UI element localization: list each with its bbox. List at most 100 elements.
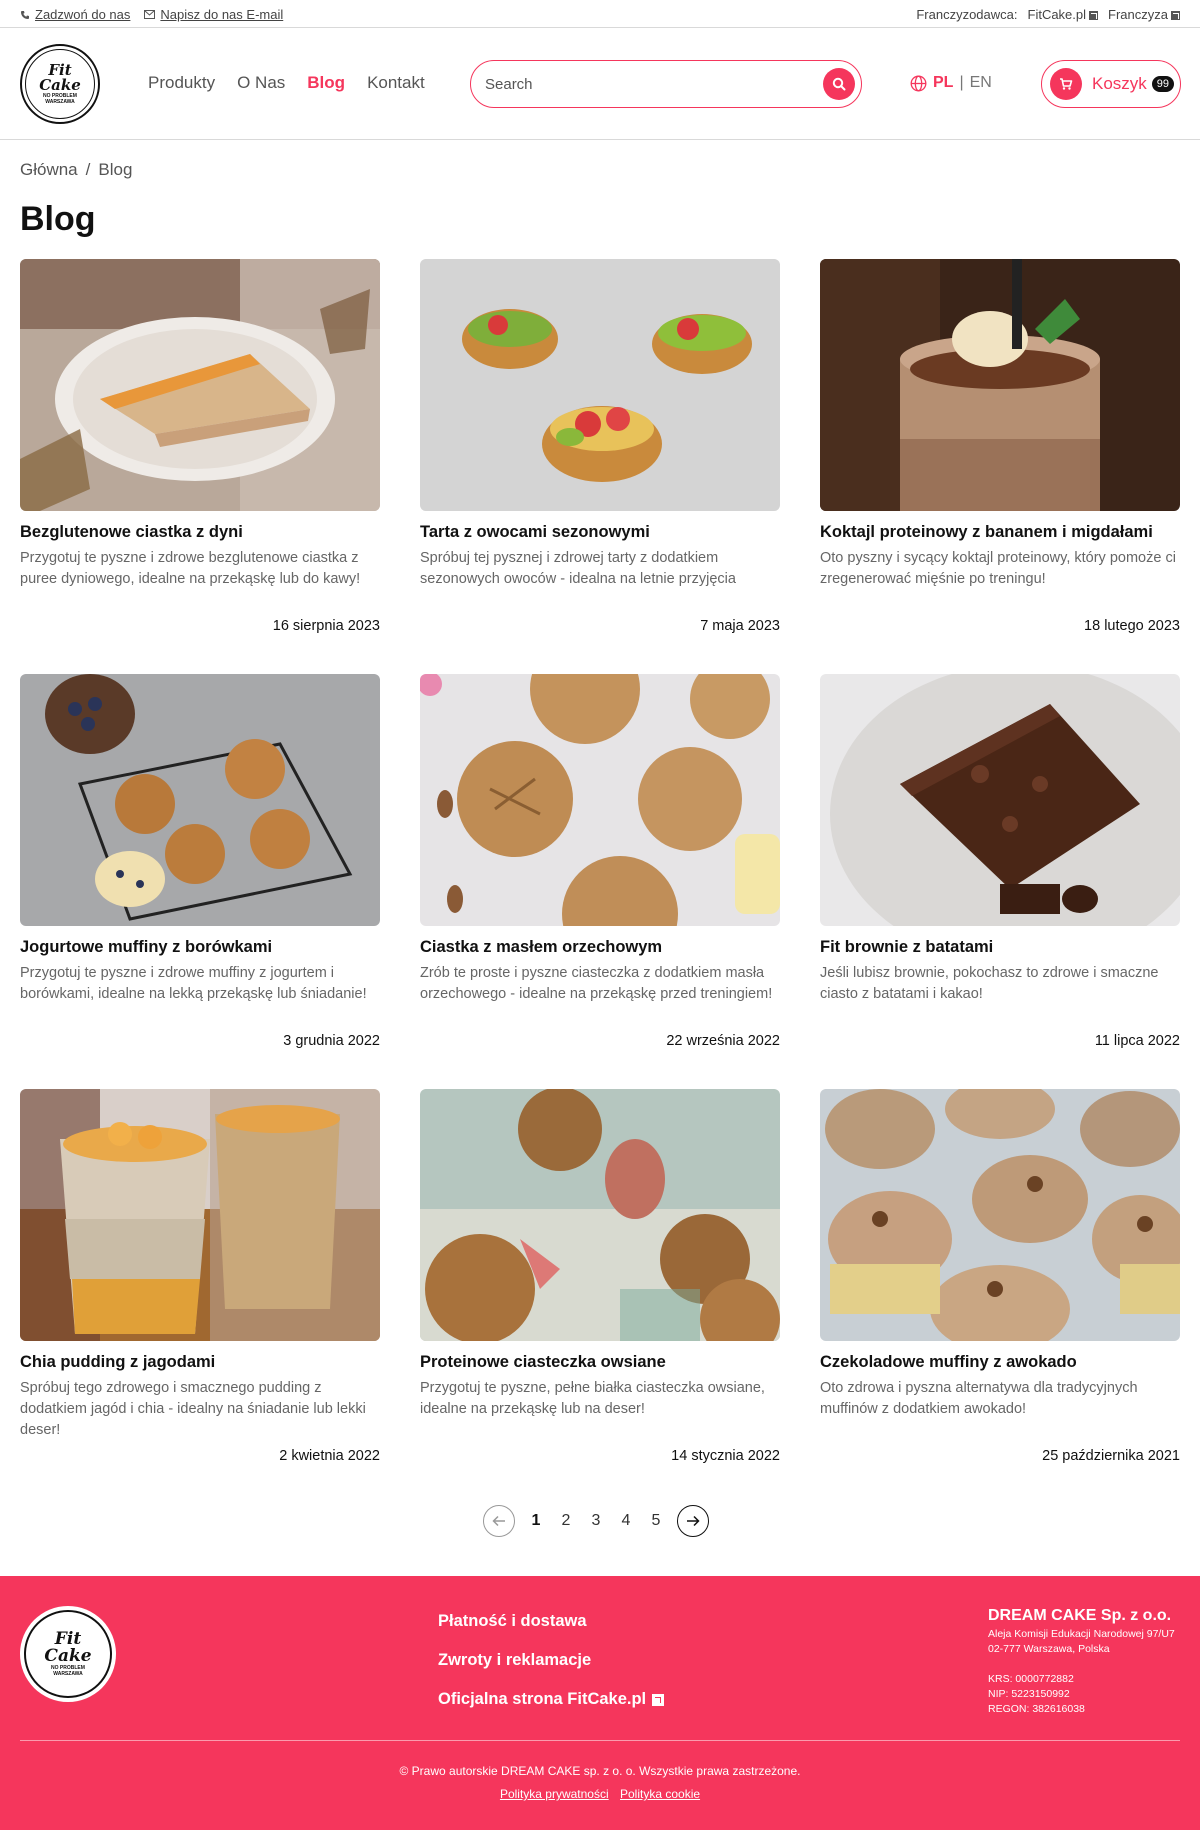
arrow-right-icon	[687, 1515, 700, 1527]
search-button[interactable]	[823, 68, 855, 100]
blog-card[interactable]: Chia pudding z jagodami Spróbuj tego zdr…	[20, 1089, 380, 1464]
mail-icon	[144, 10, 156, 19]
footer-link-returns[interactable]: Zwroty i reklamacje	[438, 1651, 664, 1670]
blog-card[interactable]: Ciastka z masłem orzechowym Zrób te pros…	[420, 674, 780, 1049]
post-title[interactable]: Chia pudding z jagodami	[20, 1353, 380, 1372]
post-excerpt: Oto zdrowa i pyszna alternatywa dla trad…	[820, 1380, 1138, 1417]
call-us-label: Zadzwoń do nas	[35, 7, 131, 22]
nav-item-blog[interactable]: Blog	[307, 73, 345, 93]
blog-card[interactable]: Fit brownie z batatami Jeśli lubisz brow…	[820, 674, 1180, 1049]
pumpkin-cake-photo[interactable]	[20, 259, 380, 511]
blog-card[interactable]: Proteinowe ciasteczka owsiane Przygotuj …	[420, 1089, 780, 1464]
contact-links: Zadzwoń do nas Napisz do nas E-mail	[20, 7, 283, 22]
footer-link-official-site-label: Oficjalna strona FitCake.pl	[438, 1690, 647, 1708]
footer-link-official-site[interactable]: Oficjalna strona FitCake.pl	[438, 1690, 665, 1709]
top-bar: Zadzwoń do nas Napisz do nas E-mail Fran…	[0, 0, 1200, 28]
external-link-icon	[652, 1693, 665, 1706]
company-spacer	[988, 1657, 1175, 1672]
prev-page-button[interactable]	[483, 1505, 515, 1537]
lang-en[interactable]: EN	[970, 74, 992, 92]
footer-links: Płatność i dostawa Zwroty i reklamacje O…	[438, 1612, 665, 1709]
site-logo[interactable]: Fit Cake NO PROBLEM WARSZAWA	[20, 44, 100, 124]
oat-cookies-photo[interactable]	[420, 1089, 780, 1341]
post-excerpt: Jeśli lubisz brownie, pokochasz to zdrow…	[820, 965, 1159, 1002]
call-us-link[interactable]: Zadzwoń do nas	[20, 7, 130, 22]
main-nav: Produkty O Nas Blog Kontakt	[148, 73, 425, 93]
page-2[interactable]: 2	[551, 1512, 581, 1530]
post-excerpt: Przygotuj te pyszne i zdrowe muffiny z j…	[20, 965, 367, 1002]
blog-card[interactable]: Jogurtowe muffiny z borówkami Przygotuj …	[20, 674, 380, 1049]
page-3[interactable]: 3	[581, 1512, 611, 1530]
franchise-link[interactable]: Franczyza	[1108, 7, 1180, 22]
brownie-photo[interactable]	[820, 674, 1180, 926]
privacy-policy-link[interactable]: Polityka prywatności	[500, 1787, 609, 1801]
blog-card[interactable]: Czekoladowe muffiny z awokado Oto zdrowa…	[820, 1089, 1180, 1464]
post-date: 25 października 2021	[1042, 1448, 1180, 1464]
post-title[interactable]: Jogurtowe muffiny z borówkami	[20, 938, 380, 957]
post-title[interactable]: Fit brownie z batatami	[820, 938, 1180, 957]
post-excerpt: Przygotuj te pyszne i zdrowe bezglutenow…	[20, 550, 361, 587]
post-title[interactable]: Ciastka z masłem orzechowym	[420, 938, 780, 957]
post-excerpt: Spróbuj tego zdrowego i smacznego puddin…	[20, 1380, 366, 1438]
logo-line-2: Cake	[39, 76, 81, 94]
post-excerpt: Przygotuj te pyszne, pełne białka ciaste…	[420, 1380, 765, 1417]
page-1[interactable]: 1	[521, 1512, 551, 1530]
cart-count-badge: 99	[1151, 76, 1175, 92]
breadcrumb-home[interactable]: Główna	[20, 160, 78, 180]
lang-pl[interactable]: PL	[933, 74, 953, 92]
cart-label: Koszyk	[1092, 74, 1147, 93]
franchise-links: Franczyzodawca: FitCake.pl Franczyza	[916, 7, 1180, 22]
footer-logo[interactable]: Fit Cake NO PROBLEM WARSZAWA	[20, 1606, 116, 1702]
cart-button[interactable]: Koszyk 99	[1041, 60, 1181, 108]
protein-shake-photo[interactable]	[820, 259, 1180, 511]
franchise-link-label: Franczyza	[1108, 7, 1168, 22]
company-address-1: Aleja Komisji Edukacji Narodowej 97/U7	[988, 1628, 1175, 1640]
nav-item-kontakt[interactable]: Kontakt	[367, 73, 425, 93]
franchisor-label: Franczyzodawca:	[916, 7, 1018, 22]
blog-card[interactable]: Tarta z owocami sezonowymi Spróbuj tej p…	[420, 259, 780, 634]
cookie-policy-link[interactable]: Polityka cookie	[620, 1787, 700, 1801]
policy-links: Polityka prywatności Polityka cookie	[0, 1787, 1200, 1801]
franchisor-link[interactable]: FitCake.pl	[1028, 7, 1099, 22]
footer-divider	[20, 1740, 1180, 1741]
company-regon: REGON: 382616038	[988, 1703, 1085, 1715]
blueberry-muffins-photo[interactable]	[20, 674, 380, 926]
next-page-button[interactable]	[677, 1505, 709, 1537]
post-title[interactable]: Czekoladowe muffiny z awokado	[820, 1353, 1180, 1372]
footer-link-payment[interactable]: Płatność i dostawa	[438, 1612, 664, 1631]
external-link-icon	[1089, 11, 1099, 21]
nav-item-produkty[interactable]: Produkty	[148, 73, 215, 93]
company-krs: KRS: 0000772882	[988, 1673, 1074, 1685]
email-us-label: Napisz do nas E-mail	[160, 7, 284, 22]
arrow-left-icon	[492, 1515, 505, 1527]
nav-item-o-nas[interactable]: O Nas	[237, 73, 285, 93]
page-5[interactable]: 5	[641, 1512, 671, 1530]
footer-logo-line-2: Cake	[44, 1646, 92, 1666]
post-date: 18 lutego 2023	[1084, 618, 1180, 634]
chia-pudding-photo[interactable]	[20, 1089, 380, 1341]
page-4[interactable]: 4	[611, 1512, 641, 1530]
pagination: 1 2 3 4 5	[483, 1505, 709, 1537]
blog-card[interactable]: Bezglutenowe ciastka z dyni Przygotuj te…	[20, 259, 380, 634]
site-footer: Fit Cake NO PROBLEM WARSZAWA Płatność i …	[0, 1576, 1200, 1830]
post-title[interactable]: Tarta z owocami sezonowymi	[420, 523, 780, 542]
search-box	[470, 60, 862, 108]
email-us-link[interactable]: Napisz do nas E-mail	[144, 7, 283, 22]
company-info: DREAM CAKE Sp. z o.o. Aleja Komisji Eduk…	[988, 1608, 1175, 1717]
fruit-tart-photo[interactable]	[420, 259, 780, 511]
post-title[interactable]: Bezglutenowe ciastka z dyni	[20, 523, 380, 542]
franchisor-link-label: FitCake.pl	[1027, 7, 1087, 22]
post-title[interactable]: Koktajl proteinowy z bananem i migdałami	[820, 523, 1180, 542]
chocolate-cupcakes-photo[interactable]	[820, 1089, 1180, 1341]
company-address-2: 02-777 Warszawa, Polska	[988, 1643, 1110, 1655]
post-title[interactable]: Proteinowe ciasteczka owsiane	[420, 1353, 780, 1372]
breadcrumb: Główna / Blog	[20, 160, 132, 180]
phone-icon	[21, 10, 29, 19]
lang-separator: |	[959, 74, 964, 91]
logo-ring: Fit Cake NO PROBLEM WARSZAWA	[25, 49, 95, 119]
breadcrumb-separator: /	[85, 160, 91, 179]
search-input[interactable]	[485, 71, 805, 97]
blog-card[interactable]: Koktajl proteinowy z bananem i migdałami…	[820, 259, 1180, 634]
peanut-cookies-photo[interactable]	[420, 674, 780, 926]
globe-icon	[910, 75, 927, 91]
